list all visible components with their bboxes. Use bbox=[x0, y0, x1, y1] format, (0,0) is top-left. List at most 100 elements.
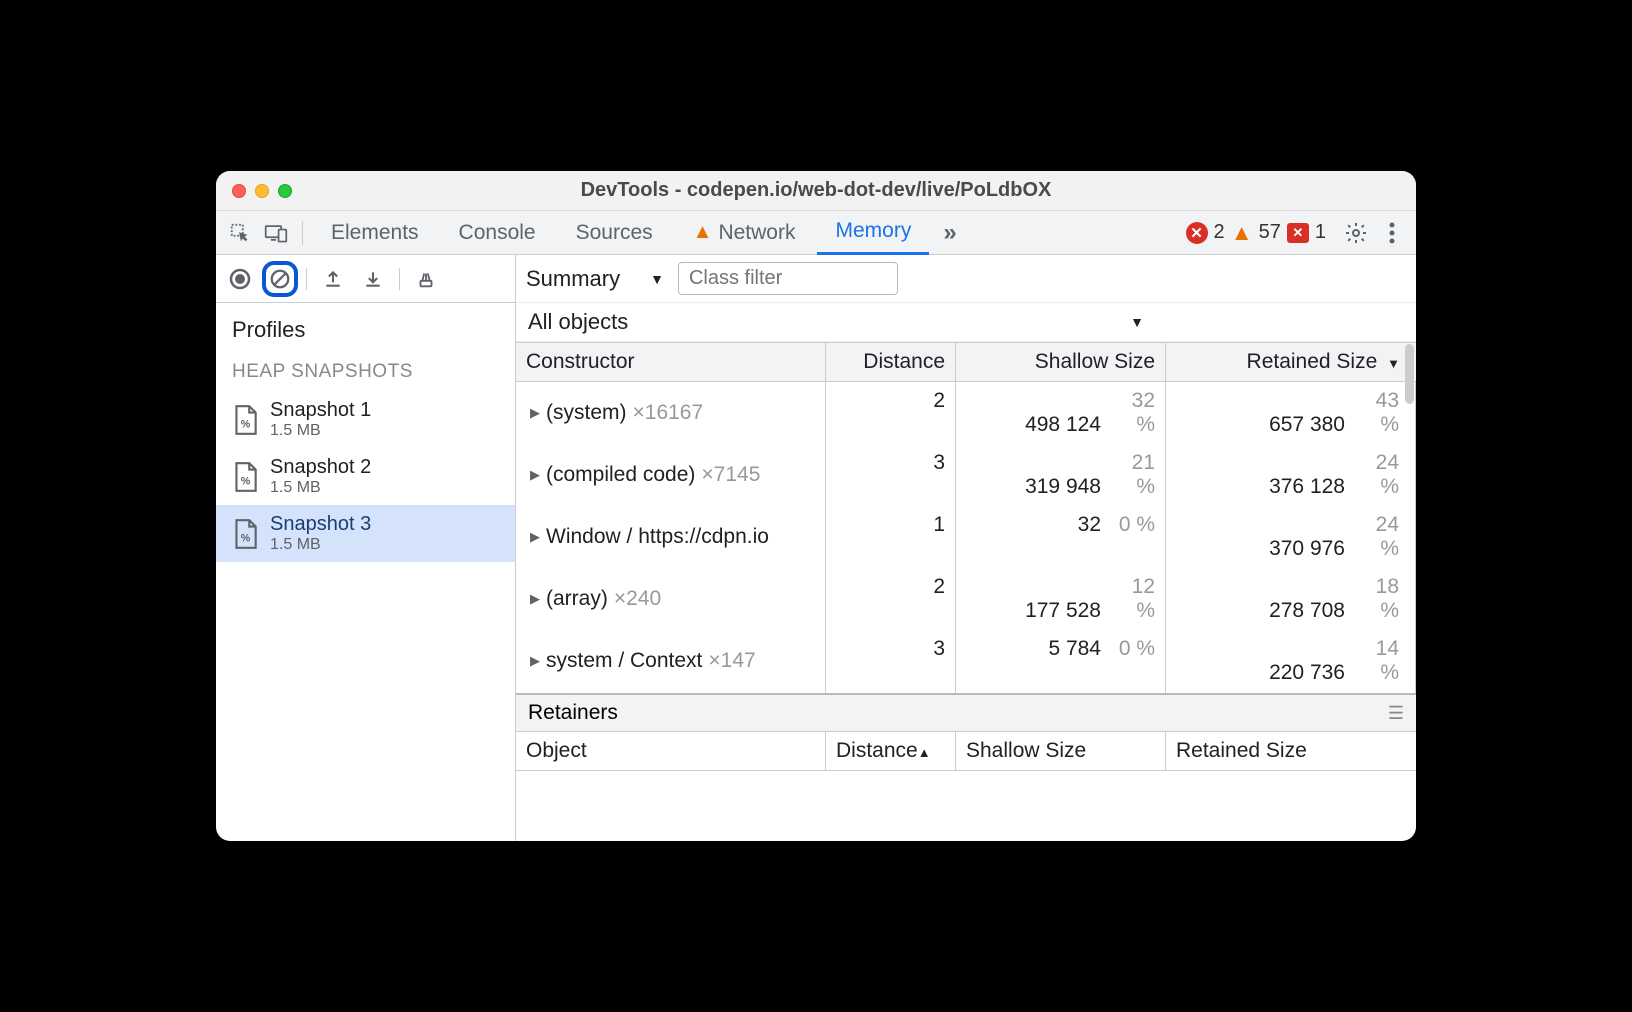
retainers-panel: Retainers ☰ Object Distance▲ Shallow Siz… bbox=[516, 693, 1416, 841]
svg-text:%: % bbox=[241, 418, 251, 430]
retained-cell: 278 70818 % bbox=[1166, 568, 1416, 630]
instance-count: ×7145 bbox=[701, 463, 760, 487]
expand-icon[interactable]: ▶ bbox=[530, 529, 540, 545]
col-constructor[interactable]: Constructor bbox=[516, 343, 826, 381]
garbage-collect-icon[interactable] bbox=[408, 261, 444, 297]
table-row[interactable]: ▶ (system) ×16167 2 498 12432 % 657 3804… bbox=[516, 382, 1416, 444]
table-row[interactable]: ▶ system / Context ×147 3 5 7840 % 220 7… bbox=[516, 630, 1416, 692]
table-header-row: Constructor Distance Shallow Size Retain… bbox=[516, 342, 1416, 382]
heap-snapshot-view: Summary ▼ All objects ▼ Constructor Dist… bbox=[516, 255, 1416, 841]
class-filter-input[interactable] bbox=[678, 262, 898, 295]
tab-network[interactable]: ▲ Network bbox=[675, 211, 814, 255]
constructor-name: (array) bbox=[546, 587, 608, 611]
message-badge-icon: ✕ bbox=[1287, 223, 1309, 243]
retained-cell: 206 10413 % bbox=[1166, 692, 1416, 693]
distance-cell: 3 bbox=[826, 444, 956, 506]
snapshot-item[interactable]: % Snapshot 1 1.5 MB bbox=[216, 391, 515, 448]
tab-memory[interactable]: Memory bbox=[817, 211, 929, 255]
message-count: 1 bbox=[1315, 221, 1326, 244]
constructor-name: Window / https://cdpn.io bbox=[546, 525, 769, 549]
warning-badge-icon: ▲ bbox=[1231, 222, 1253, 244]
col-shallow-size[interactable]: Shallow Size bbox=[956, 732, 1166, 770]
warning-triangle-icon: ▲ bbox=[693, 221, 713, 244]
constructor-name: (compiled code) bbox=[546, 463, 695, 487]
error-count: 2 bbox=[1214, 221, 1225, 244]
shallow-cell: 177 52812 % bbox=[956, 568, 1166, 630]
scope-dropdown[interactable]: All objects ▼ bbox=[516, 303, 1416, 342]
tab-elements[interactable]: Elements bbox=[313, 211, 437, 255]
view-dropdown[interactable]: Summary ▼ bbox=[526, 266, 664, 292]
retainers-body bbox=[516, 771, 1416, 841]
table-row[interactable]: ▶ Window / https://cdpn.io 1 320 % 370 9… bbox=[516, 506, 1416, 568]
distance-cell: 1 bbox=[826, 506, 956, 568]
expand-icon[interactable]: ▶ bbox=[530, 591, 540, 607]
col-retained-size[interactable]: Retained Size ▼ bbox=[1166, 343, 1416, 381]
file-icon: % bbox=[232, 461, 258, 493]
col-distance[interactable]: Distance bbox=[826, 343, 956, 381]
profiles-toolbar bbox=[216, 255, 515, 303]
menu-icon[interactable]: ☰ bbox=[1388, 703, 1404, 724]
shallow-cell: 498 12432 % bbox=[956, 382, 1166, 444]
instance-count: ×16167 bbox=[633, 401, 704, 425]
tab-sources[interactable]: Sources bbox=[558, 211, 671, 255]
snapshot-size: 1.5 MB bbox=[270, 479, 371, 497]
titlebar: DevTools - codepen.io/web-dot-dev/live/P… bbox=[216, 171, 1416, 211]
snapshot-item[interactable]: % Snapshot 2 1.5 MB bbox=[216, 448, 515, 505]
expand-icon[interactable]: ▶ bbox=[530, 467, 540, 483]
upload-icon[interactable] bbox=[315, 261, 351, 297]
record-icon[interactable] bbox=[222, 261, 258, 297]
expand-icon[interactable]: ▶ bbox=[530, 653, 540, 669]
snapshot-size: 1.5 MB bbox=[270, 536, 371, 554]
table-row[interactable]: ▶ (compiled code) ×7145 3 319 94821 % 37… bbox=[516, 444, 1416, 506]
col-distance[interactable]: Distance▲ bbox=[826, 732, 956, 770]
retainers-header: Retainers ☰ bbox=[516, 695, 1416, 732]
constructor-name: (system) bbox=[546, 401, 627, 425]
file-icon: % bbox=[232, 404, 258, 436]
retained-cell: 657 38043 % bbox=[1166, 382, 1416, 444]
clear-profiles-icon[interactable] bbox=[262, 261, 298, 297]
device-toolbar-icon[interactable] bbox=[260, 217, 292, 249]
profiles-header: Profiles bbox=[216, 303, 515, 353]
devtools-window: DevTools - codepen.io/web-dot-dev/live/P… bbox=[216, 171, 1416, 841]
status-counts[interactable]: ✕ 2 ▲ 57 ✕ 1 bbox=[1186, 221, 1327, 244]
sort-asc-icon: ▲ bbox=[918, 745, 931, 760]
distance-cell: 2 bbox=[826, 568, 956, 630]
heap-snapshots-header: HEAP SNAPSHOTS bbox=[216, 353, 515, 391]
chevron-down-icon: ▼ bbox=[1130, 314, 1144, 330]
retained-cell: 370 97624 % bbox=[1166, 506, 1416, 568]
shallow-cell: 319 94821 % bbox=[956, 444, 1166, 506]
constructor-name: system / Context bbox=[546, 649, 702, 673]
chevron-down-icon: ▼ bbox=[650, 271, 664, 287]
inspect-element-icon[interactable] bbox=[224, 217, 256, 249]
tabs-overflow[interactable]: » bbox=[933, 219, 966, 247]
table-row[interactable]: ▶ (object shape) ×3416 2 199 51613 % 206… bbox=[516, 692, 1416, 693]
instance-count: ×240 bbox=[614, 587, 661, 611]
retainers-columns: Object Distance▲ Shallow Size Retained S… bbox=[516, 732, 1416, 771]
more-menu-icon[interactable] bbox=[1376, 217, 1408, 249]
distance-cell: 2 bbox=[826, 382, 956, 444]
error-badge-icon: ✕ bbox=[1186, 222, 1208, 244]
expand-icon[interactable]: ▶ bbox=[530, 405, 540, 421]
col-retained-size[interactable]: Retained Size bbox=[1166, 732, 1416, 770]
download-icon[interactable] bbox=[355, 261, 391, 297]
retained-cell: 220 73614 % bbox=[1166, 630, 1416, 692]
shallow-cell: 320 % bbox=[956, 506, 1166, 568]
snapshot-size: 1.5 MB bbox=[270, 422, 371, 440]
snapshot-toolbar: Summary ▼ bbox=[516, 255, 1416, 303]
svg-text:%: % bbox=[241, 532, 251, 544]
retained-cell: 376 12824 % bbox=[1166, 444, 1416, 506]
col-shallow-size[interactable]: Shallow Size bbox=[956, 343, 1166, 381]
snapshot-name: Snapshot 3 bbox=[270, 513, 371, 536]
scrollbar[interactable] bbox=[1405, 344, 1414, 404]
snapshot-item[interactable]: % Snapshot 3 1.5 MB bbox=[216, 505, 515, 562]
file-icon: % bbox=[232, 518, 258, 550]
settings-icon[interactable] bbox=[1340, 217, 1372, 249]
table-row[interactable]: ▶ (array) ×240 2 177 52812 % 278 70818 % bbox=[516, 568, 1416, 630]
snapshot-name: Snapshot 2 bbox=[270, 456, 371, 479]
col-object[interactable]: Object bbox=[516, 732, 826, 770]
panel-tabs: Elements Console Sources ▲ Network Memor… bbox=[216, 211, 1416, 255]
shallow-cell: 5 7840 % bbox=[956, 630, 1166, 692]
window-title: DevTools - codepen.io/web-dot-dev/live/P… bbox=[216, 179, 1416, 202]
tab-console[interactable]: Console bbox=[441, 211, 554, 255]
distance-cell: 3 bbox=[826, 630, 956, 692]
